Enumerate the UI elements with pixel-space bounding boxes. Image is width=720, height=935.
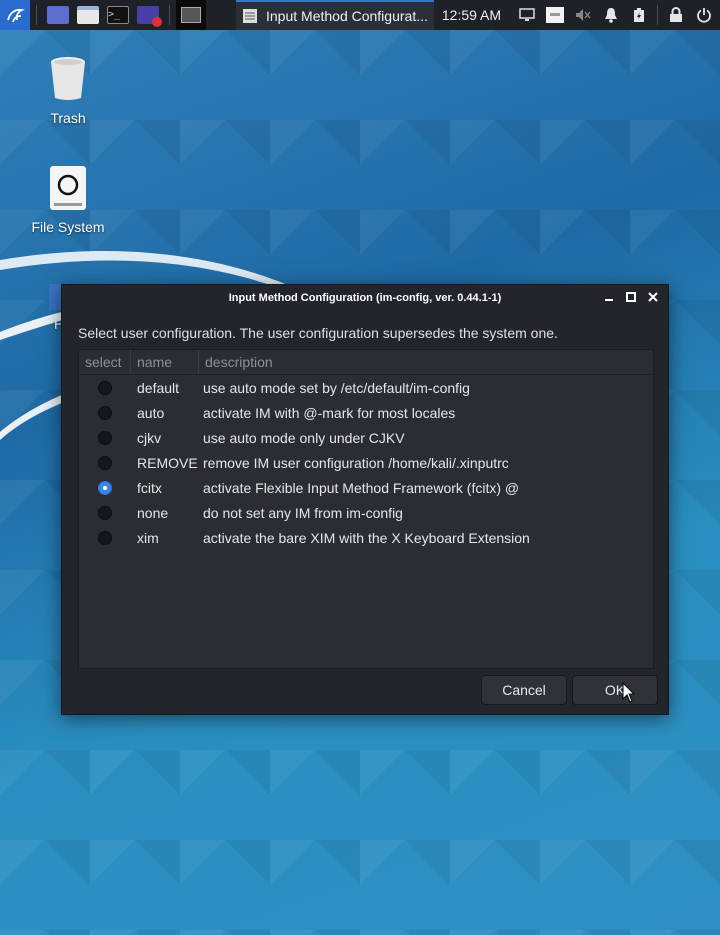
desktop-icon-label: Trash [50,110,86,126]
config-list: select name description default use auto … [78,349,654,669]
cancel-button[interactable]: Cancel [481,675,567,705]
config-name: auto [137,404,165,421]
drive-icon [50,166,86,210]
maximize-icon[interactable] [624,289,638,305]
column-header-select[interactable]: select [79,350,131,374]
taskbar-window-title: Input Method Configurat... [266,8,428,24]
config-name: REMOVE [137,454,198,471]
panel-separator [36,5,37,25]
list-rows: default use auto mode set by /etc/default… [79,375,653,550]
radio-button[interactable] [98,380,112,395]
radio-button[interactable] [98,480,112,495]
desktop-icon-label: File System [31,219,105,235]
volume-muted-icon[interactable] [572,4,594,26]
display-icon[interactable] [516,4,538,26]
mouse-pointer-icon [622,682,636,703]
radio-button[interactable] [98,430,112,445]
config-row-default[interactable]: default use auto mode set by /etc/default… [79,375,653,400]
config-row-auto[interactable]: auto activate IM with @-mark for most loc… [79,400,653,425]
config-row-cjkv[interactable]: cjkv use auto mode only under CJKV [79,425,653,450]
config-description: activate Flexible Input Method Framework… [203,479,520,496]
dialog-title: Input Method Configuration (im-config, v… [228,292,502,304]
workspace-icon[interactable] [47,6,69,24]
select-cell [79,380,131,395]
config-row-none[interactable]: none do not set any IM from im-config [79,500,653,525]
radio-button[interactable] [98,455,112,470]
config-name: none [137,504,169,521]
config-description: use auto mode only under CJKV [203,429,405,446]
config-row-xim[interactable]: xim activate the bare XIM with the X Keyb… [79,525,653,550]
dialog-prompt: Select user configuration. The user conf… [78,325,558,341]
select-cell [79,455,131,470]
minimize-icon[interactable] [602,289,616,305]
notifications-bell-icon[interactable] [600,4,622,26]
config-name: cjkv [137,429,162,446]
taskbar-window-button[interactable]: Input Method Configurat... [236,0,434,30]
system-tray [513,4,718,26]
select-cell [79,430,131,445]
terminal-icon[interactable]: >_ [107,6,129,24]
column-header-description[interactable]: description [199,350,653,374]
keyboard-indicator-icon[interactable] [544,4,566,26]
config-description: remove IM user configuration /home/kali/… [203,454,509,471]
config-description: activate IM with @-mark for most locales [203,404,456,421]
select-cell [79,530,131,545]
ok-button[interactable]: OK [572,675,658,705]
top-panel: >_ Input Method Configurat... 12:59 AM [0,0,720,30]
window-list-icon [243,9,257,23]
lock-screen-icon[interactable] [665,4,687,26]
kali-menu-button[interactable] [0,0,30,30]
config-name: fcitx [137,479,162,496]
list-header: select name description [79,350,653,375]
radio-button[interactable] [98,530,112,545]
config-row-remove[interactable]: REMOVE remove IM user configuration /home… [79,450,653,475]
power-icon[interactable] [693,4,715,26]
select-cell [79,505,131,520]
im-config-dialog: Input Method Configuration (im-config, v… [61,284,669,715]
panel-clock[interactable]: 12:59 AM [442,7,501,23]
config-row-fcitx[interactable]: fcitx activate Flexible Input Method Fram… [79,475,653,500]
radio-button[interactable] [98,405,112,420]
config-name: default [137,379,180,396]
desktop-icon-trash[interactable]: Trash [28,56,108,126]
workspace-1-icon [181,7,201,23]
kali-dragon-icon [7,8,25,23]
screen-recorder-icon[interactable] [137,6,162,27]
radio-button[interactable] [98,505,112,520]
column-header-name[interactable]: name [131,350,199,374]
config-description: activate the bare XIM with the X Keyboar… [203,529,530,546]
trash-icon [51,57,85,100]
select-cell [79,480,131,495]
desktop-icon-file-system[interactable]: File System [22,165,114,235]
config-description: do not set any IM from im-config [203,504,403,521]
config-description: use auto mode set by /etc/default/im-con… [203,379,470,396]
dialog-titlebar[interactable]: Input Method Configuration (im-config, v… [62,285,668,311]
config-name: xim [137,529,159,546]
file-manager-icon[interactable] [77,6,99,24]
close-icon[interactable] [646,289,660,305]
panel-separator [169,5,170,25]
battery-icon[interactable] [628,4,650,26]
select-cell [79,405,131,420]
workspace-switcher[interactable] [176,0,206,30]
